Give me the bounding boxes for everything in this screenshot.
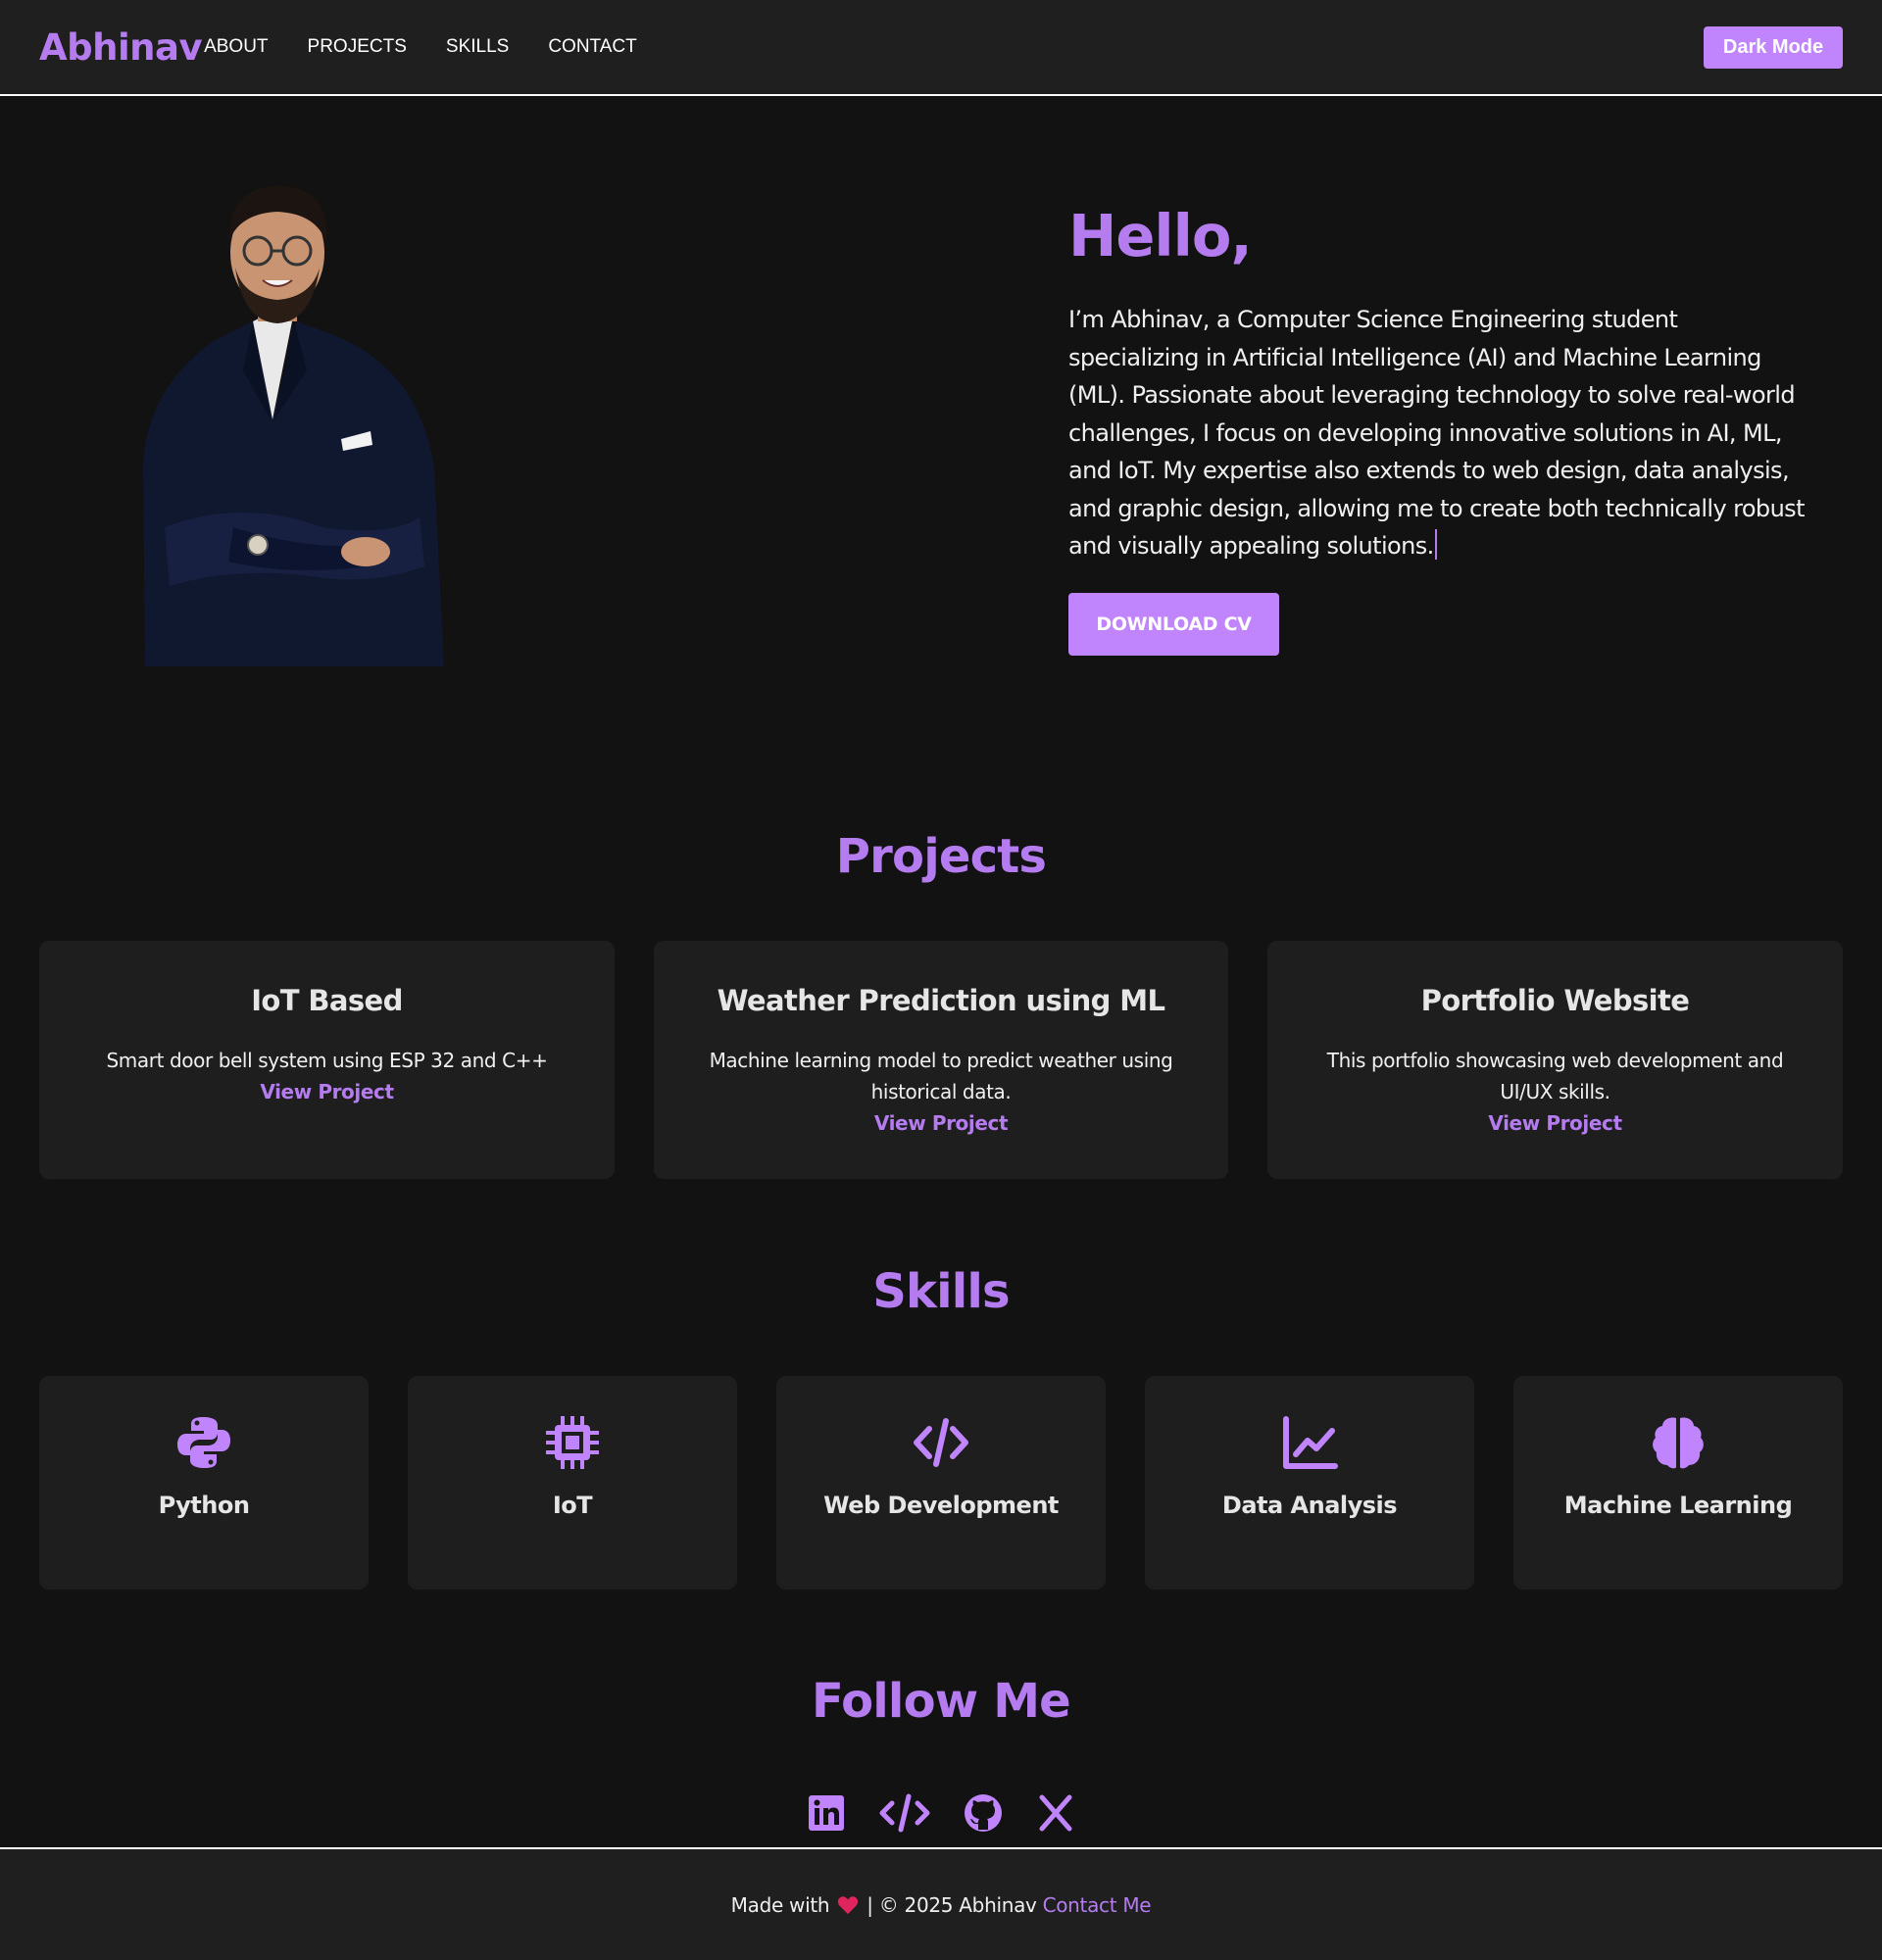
project-title: Portfolio Website <box>1420 984 1690 1017</box>
nav-link-about[interactable]: ABOUT <box>204 36 268 58</box>
x-icon[interactable] <box>1034 1791 1077 1835</box>
follow-me-title: Follow Me <box>812 1674 1071 1729</box>
nav-link-skills[interactable]: SKILLS <box>446 36 509 58</box>
skill-card-python: Python <box>39 1376 369 1590</box>
nav-link-contact[interactable]: CONTACT <box>548 36 636 58</box>
skill-name: IoT <box>552 1492 593 1519</box>
typing-cursor <box>1434 529 1437 560</box>
view-project-link[interactable]: View Project <box>1267 1107 1843 1139</box>
hero-description: I’m Abhinav, a Computer Science Engineer… <box>1068 301 1813 565</box>
skill-name: Data Analysis <box>1221 1492 1398 1519</box>
brand-logo[interactable]: Abhinav <box>39 26 203 69</box>
code-icon[interactable] <box>877 1791 932 1835</box>
project-card-weather: Weather Prediction using ML Machine lear… <box>654 941 1228 1179</box>
view-project-link[interactable]: View Project <box>654 1107 1228 1139</box>
footer: Made with | © 2025 Abhinav Contact Me <box>0 1847 1882 1960</box>
brain-icon <box>1653 1417 1704 1469</box>
github-icon[interactable] <box>962 1791 1005 1835</box>
hero-description-text: I’m Abhinav, a Computer Science Engineer… <box>1068 306 1806 560</box>
code-icon <box>914 1418 968 1467</box>
skill-name: Python <box>158 1492 250 1519</box>
project-description: Machine learning model to predict weathe… <box>709 1049 1173 1103</box>
project-description: Smart door bell system using ESP 32 and … <box>106 1049 548 1072</box>
microchip-icon <box>546 1416 599 1469</box>
hero-section: Hello, I’m Abhinav, a Computer Science E… <box>1068 202 1813 656</box>
social-links <box>0 1791 1882 1835</box>
hero-greeting: Hello, <box>1068 202 1253 270</box>
heart-icon <box>837 1893 859 1917</box>
linkedin-icon[interactable] <box>805 1791 848 1835</box>
contact-me-link[interactable]: Contact Me <box>1043 1893 1152 1917</box>
skill-card-data: Data Analysis <box>1145 1376 1474 1590</box>
skill-card-ml: Machine Learning <box>1513 1376 1843 1590</box>
dark-mode-toggle-button[interactable]: Dark Mode <box>1704 26 1843 69</box>
download-cv-button[interactable]: DOWNLOAD CV <box>1068 592 1279 656</box>
footer-made-with: Made with <box>730 1892 830 1917</box>
view-project-link[interactable]: View Project <box>39 1076 615 1107</box>
python-icon <box>177 1417 230 1468</box>
projects-title: Projects <box>835 829 1047 884</box>
project-card-iot: IoT Based Smart door bell system using E… <box>39 941 615 1179</box>
nav-link-projects[interactable]: PROJECTS <box>308 36 407 58</box>
skills-title: Skills <box>872 1264 1010 1319</box>
skill-name: Web Development <box>823 1492 1059 1519</box>
skill-name: Machine Learning <box>1563 1492 1793 1519</box>
profile-photo <box>143 185 444 666</box>
project-title: IoT Based <box>251 984 403 1017</box>
project-title: Weather Prediction using ML <box>717 984 1165 1017</box>
project-card-portfolio: Portfolio Website This portfolio showcas… <box>1267 941 1843 1179</box>
nav-links: ABOUT PROJECTS SKILLS CONTACT <box>204 36 637 58</box>
navbar: Abhinav ABOUT PROJECTS SKILLS CONTACT Da… <box>0 0 1882 96</box>
footer-copyright: | © 2025 Abhinav <box>867 1892 1037 1917</box>
skill-card-web: Web Development <box>776 1376 1106 1590</box>
project-description: This portfolio showcasing web developmen… <box>1326 1049 1784 1103</box>
skill-card-iot: IoT <box>408 1376 737 1590</box>
chart-line-icon <box>1283 1416 1338 1469</box>
